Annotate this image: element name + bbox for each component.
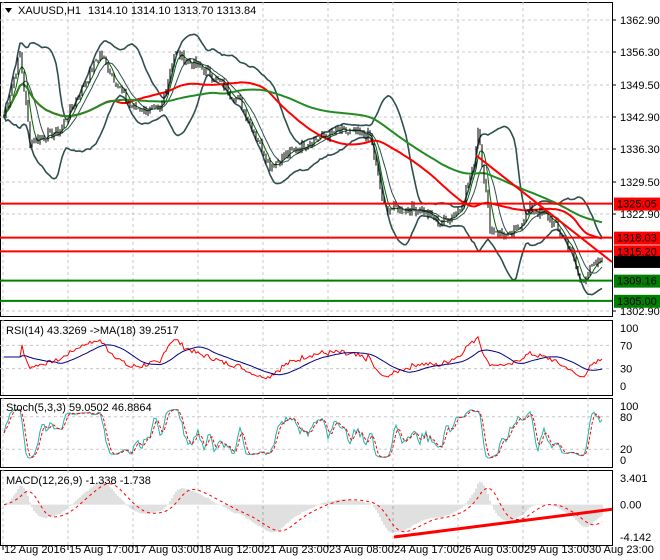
x-tick-label: 23 Aug 08:00 [329, 544, 394, 556]
ohlc-readout: 1314.10 1314.10 1313.70 1313.84 [88, 5, 256, 17]
macd-trendline [393, 507, 613, 539]
indicator-y-label: 0.00 [620, 500, 641, 512]
rsi-ma-line [4, 344, 603, 376]
indicator-y-label: 0 [620, 381, 626, 393]
dropdown-triangle-icon[interactable] [5, 8, 12, 13]
stoch-title: Stoch(5,3,3) 59.0502 46.8864 [6, 402, 152, 414]
x-tick-label: 24 Aug 17:00 [394, 544, 459, 556]
y-tick-label: 1356.30 [620, 47, 660, 59]
indicator-y-label: 3.401 [620, 473, 648, 485]
x-tick-label: 18 Aug 12:00 [199, 544, 264, 556]
ma-100 [3, 83, 603, 224]
indicator-y-label: 0 [620, 455, 626, 467]
ma-50 [3, 81, 603, 240]
indicator-y-label: 100 [620, 323, 638, 335]
x-tick-label: 26 Aug 03:00 [459, 544, 524, 556]
level-price-label: 1318.03 [617, 233, 657, 245]
y-tick-label: 1329.50 [620, 177, 660, 189]
level-price-label: 1325.05 [617, 199, 657, 211]
y-tick-label: 1362.90 [620, 15, 660, 27]
x-tick-label: 21 Aug 23:00 [264, 544, 329, 556]
chart-title: XAUUSD,H1 [18, 5, 81, 17]
ma-5 [3, 53, 603, 280]
macd-title: MACD(12,26,9) -1.338 -1.738 [6, 475, 151, 487]
rsi-title: RSI(14) 43.3269 ->MA(18) 39.2517 [6, 325, 179, 337]
y-tick-label: 1349.50 [620, 80, 660, 92]
indicator-y-label: -4.142 [620, 532, 651, 544]
indicator-y-label: 30 [620, 364, 632, 376]
current-price-label: 1313.84 [617, 257, 657, 269]
x-tick-label: 15 Aug 17:00 [69, 544, 134, 556]
trendline [475, 154, 613, 263]
chart-window[interactable]: 1362.90 1356.30 1349.50 1342.90 1336.30 1329.… [0, 0, 660, 560]
ma-10 [3, 58, 603, 274]
x-tick-label: 12 Aug 2016 [4, 544, 66, 556]
indicator-y-label: 80 [620, 412, 632, 424]
indicator-y-label: 70 [620, 340, 632, 352]
panel-border-0 [0, 2, 613, 317]
chart-canvas[interactable]: 1362.90 1356.30 1349.50 1342.90 1336.30 1329.… [0, 0, 660, 560]
y-tick-label: 1342.90 [620, 112, 660, 124]
x-tick-label: 29 Aug 13:00 [524, 544, 589, 556]
y-tick-label: 1336.30 [620, 144, 660, 156]
level-price-label: 1305.00 [617, 296, 657, 308]
x-tick-label: 17 Aug 03:00 [134, 544, 199, 556]
x-tick-label: 30 Aug 23:00 [589, 544, 654, 556]
y-tick-label: 1322.90 [620, 209, 660, 221]
level-price-label: 1309.16 [617, 276, 657, 288]
rsi-line [4, 335, 603, 380]
